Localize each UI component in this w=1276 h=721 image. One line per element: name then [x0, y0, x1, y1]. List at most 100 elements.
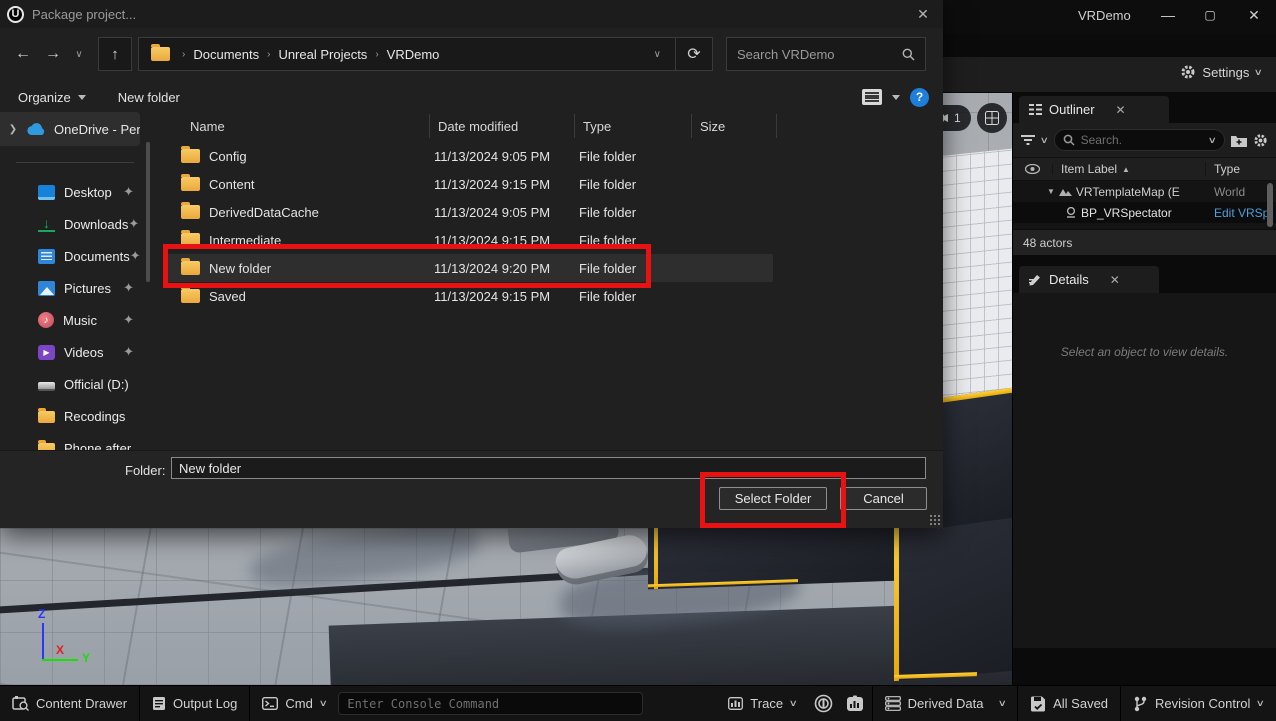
sidebar-item-documents[interactable]: Documents ✦ [0, 242, 140, 270]
console-command-input[interactable] [338, 692, 643, 715]
outliner-search-input[interactable]: Search. ∨ [1054, 129, 1225, 151]
sidebar-divider [16, 162, 134, 163]
folder-icon [38, 411, 55, 423]
sidebar-item-official-d[interactable]: Official (D:) [0, 370, 140, 398]
sidebar-item-downloads[interactable]: ↓ Downloads ✦ [0, 210, 140, 238]
column-header-size[interactable]: Size [692, 114, 777, 138]
sidebar-item-videos[interactable]: ▶ Videos ✦ [0, 338, 140, 366]
help-button[interactable]: ? [910, 88, 929, 107]
search-box[interactable]: Search VRDemo [726, 37, 926, 71]
tab-outliner[interactable]: Outliner ✕ [1019, 96, 1169, 123]
folder-field-label: Folder: [125, 463, 165, 478]
content-drawer-button[interactable]: Content Drawer [0, 686, 139, 721]
close-details-icon[interactable]: ✕ [1110, 273, 1120, 287]
editor-titlebar: VRDemo — ▢ ✕ [943, 0, 1276, 34]
annotation-highlight-select-folder-button [700, 472, 846, 528]
new-folder-button[interactable]: New folder [118, 90, 180, 105]
resize-grip[interactable] [929, 514, 940, 525]
drive-icon [38, 382, 55, 391]
organize-button[interactable]: Organize [18, 90, 86, 105]
outliner-toolbar: ∨ Search. ∨ [1013, 123, 1276, 157]
file-row-config[interactable]: Config 11/13/2024 9:05 PM File folder [163, 142, 773, 170]
edit-vrspectator-link[interactable]: Edit VRSp [1214, 206, 1269, 220]
maximize-button[interactable]: ▢ [1195, 3, 1225, 27]
derived-data-chevron-icon: ∨ [997, 698, 1006, 709]
editor-toolbar: Settings ∨ [943, 57, 1276, 93]
close-window-button[interactable]: ✕ [1239, 3, 1269, 27]
filter-chevron-icon[interactable]: ∨ [1040, 135, 1049, 146]
trace-button[interactable]: Trace ∨ [716, 686, 808, 721]
sidebar-item-phone-after[interactable]: Phone after ... [0, 434, 140, 450]
cube-back[interactable] [938, 388, 1012, 528]
outliner-row-spectator[interactable]: BP_VRSpectator Edit VRSp [1013, 202, 1276, 223]
spectator-camera-icon [1065, 207, 1077, 218]
sidebar-item-pictures[interactable]: Pictures ✦ [0, 274, 140, 302]
outliner-row-map[interactable]: ▼ VRTemplateMap (E World [1013, 181, 1276, 202]
dialog-titlebar[interactable]: U Package project... ✕ [0, 0, 943, 28]
cube-left[interactable] [648, 519, 898, 590]
address-bar[interactable]: › Documents › Unreal Projects › VRDemo ∨ [138, 37, 676, 71]
item-label-column-header[interactable]: Item Label ▲ [1053, 162, 1206, 176]
pin-icon: ✦ [123, 312, 134, 328]
search-options-chevron-icon[interactable]: ∨ [1208, 135, 1217, 146]
output-log-icon [152, 696, 166, 711]
derived-data-button[interactable]: Derived Data ∨ [873, 686, 1017, 721]
sidebar-item-music[interactable]: ♪ Music ✦ [0, 306, 140, 334]
breadcrumb-documents[interactable]: Documents [193, 47, 259, 62]
cmd-selector[interactable]: Cmd ∨ [250, 686, 338, 721]
outliner-settings-gear-icon[interactable] [1253, 133, 1268, 148]
sidebar-item-desktop[interactable]: Desktop ✦ [0, 178, 140, 206]
column-header-name[interactable]: Name [163, 114, 430, 138]
up-button[interactable]: ↑ [98, 37, 132, 71]
cancel-button[interactable]: Cancel [840, 487, 927, 510]
refresh-button[interactable]: ⟳ [676, 37, 713, 71]
type-column-header[interactable]: Type [1206, 162, 1276, 176]
sidebar-scrollbar[interactable] [146, 142, 150, 282]
sidebar-item-recodings[interactable]: Recodings [0, 402, 140, 430]
close-outliner-icon[interactable]: ✕ [1116, 103, 1126, 117]
organize-caret-icon [78, 95, 86, 100]
forward-button[interactable]: → [38, 45, 68, 63]
snapshot-button[interactable] [838, 686, 872, 721]
editor-menubar-strip [943, 34, 1276, 57]
column-header-type[interactable]: Type [575, 114, 692, 138]
settings-button[interactable]: Settings ∨ [1180, 64, 1262, 80]
expand-arrow-icon[interactable]: ▼ [1047, 187, 1055, 196]
expand-chevron-icon[interactable]: ❯ [0, 124, 26, 135]
minimize-button[interactable]: — [1153, 3, 1183, 27]
tab-details[interactable]: Details ✕ [1019, 266, 1159, 293]
outliner-scrollbar[interactable] [1267, 183, 1273, 227]
breadcrumb-unreal-projects[interactable]: Unreal Projects [278, 47, 367, 62]
view-mode-caret-icon[interactable] [892, 95, 900, 100]
breadcrumb-sep-icon: › [174, 49, 193, 60]
meter-icon [846, 695, 864, 712]
maximize-viewport-button[interactable] [977, 103, 1007, 133]
back-button[interactable]: ← [8, 45, 38, 63]
camera-speed-value: 1 [954, 111, 961, 125]
visibility-column-header[interactable] [1013, 164, 1053, 174]
file-row-content[interactable]: Content 11/13/2024 9:15 PM File folder [163, 170, 773, 198]
breadcrumb-vrdemo[interactable]: VRDemo [387, 47, 440, 62]
sidebar-item-onedrive[interactable]: ❯ OneDrive - Perso [0, 112, 140, 146]
folder-icon [181, 177, 200, 191]
pictures-icon [38, 281, 55, 296]
revision-control-button[interactable]: Revision Control ∨ [1121, 686, 1276, 721]
file-row-deriveddatacache[interactable]: DerivedDataCache 11/13/2024 9:05 PM File… [163, 198, 773, 226]
pin-icon: ✦ [123, 184, 134, 200]
filter-icon[interactable] [1021, 134, 1035, 146]
column-header-date[interactable]: Date modified [430, 114, 575, 138]
create-folder-icon[interactable] [1231, 134, 1247, 147]
outliner-search-placeholder: Search. [1081, 133, 1122, 147]
dialog-title: Package project... [32, 7, 136, 22]
unreal-logo-icon: U [7, 6, 24, 23]
address-chevron-icon[interactable]: ∨ [646, 49, 669, 60]
insights-button[interactable] [809, 686, 838, 721]
tab-outliner-label: Outliner [1049, 102, 1095, 117]
output-log-button[interactable]: Output Log [140, 686, 249, 721]
trace-chevron-icon: ∨ [789, 698, 798, 709]
history-chevron-icon[interactable]: ∨ [68, 49, 90, 60]
view-mode-icon[interactable] [862, 89, 882, 105]
documents-icon [38, 249, 55, 264]
dialog-close-button[interactable]: ✕ [909, 2, 937, 26]
all-saved-button[interactable]: All Saved [1018, 686, 1120, 721]
